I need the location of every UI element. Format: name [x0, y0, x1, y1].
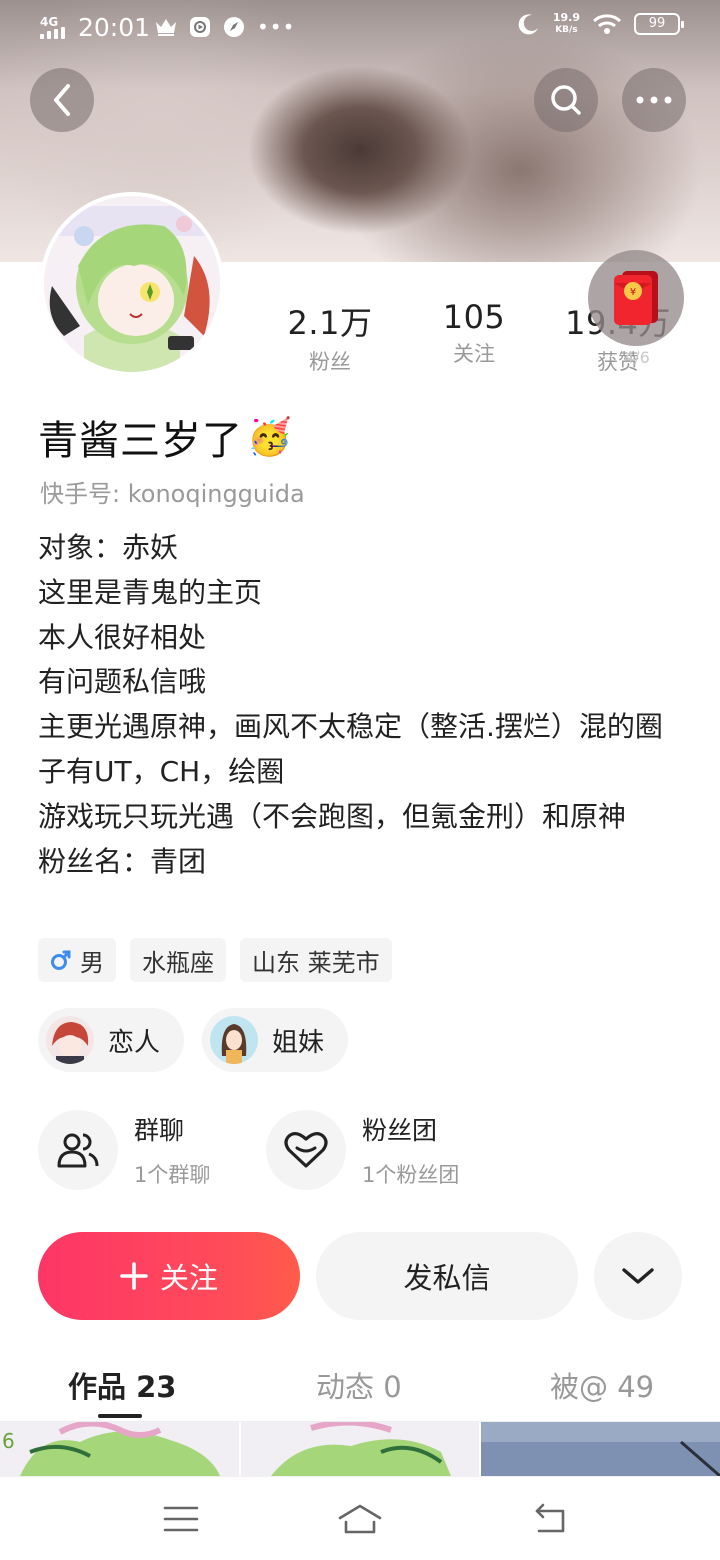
profile-name: 青酱三岁了 🥳: [38, 408, 293, 466]
clock-time: 20:01: [78, 13, 151, 42]
red-packet-button[interactable]: ¥ 4/6: [588, 250, 684, 367]
relation-sister[interactable]: 姐妹: [202, 1008, 349, 1072]
tab-works[interactable]: 作品 23: [68, 1364, 176, 1406]
sister-avatar: [210, 1016, 259, 1064]
more-notifications-icon: •••: [257, 15, 296, 39]
signal-icon: [40, 27, 65, 39]
battery-indicator: 99: [634, 13, 684, 35]
svg-text:¥: ¥: [630, 287, 636, 298]
chevron-left-icon: [54, 84, 70, 116]
relation-partner-label: 恋人: [108, 1027, 161, 1058]
network-speed: 19.9 KB/s: [552, 11, 580, 36]
bio-line: 粉丝名：青团: [38, 844, 207, 878]
status-app-icons: •••: [155, 16, 295, 38]
work-thumbnail[interactable]: 6: [0, 1422, 239, 1476]
send-message-button[interactable]: 发私信: [316, 1232, 578, 1320]
profile-name-text: 青酱三岁了: [38, 418, 243, 464]
home-button[interactable]: [336, 1499, 384, 1539]
profile-bio: 对象：赤妖 这里是青鬼的主页 本人很好相处 有问题私信哦 主更光遇原神，画风不太…: [38, 526, 688, 884]
more-options-button[interactable]: [622, 68, 686, 132]
location-label: 山东 莱芜市: [252, 948, 380, 977]
group-chat-subtitle: 1个群聊: [134, 1163, 211, 1187]
tab-mentions[interactable]: 被@ 49: [550, 1364, 654, 1406]
more-actions-dropdown[interactable]: [594, 1232, 682, 1320]
svg-text:6: 6: [2, 1429, 15, 1453]
stat-following[interactable]: 105 关注: [414, 298, 534, 368]
heart-hands-icon: [284, 1132, 328, 1168]
video-app-icon: [190, 17, 210, 37]
following-label: 关注: [453, 342, 495, 366]
works-grid: 6: [0, 1422, 720, 1476]
search-button[interactable]: [534, 68, 598, 132]
home-icon: [338, 1504, 382, 1534]
bio-line: 游戏玩只玩光遇（不会跑图，但氪金刑）和原神: [38, 799, 627, 833]
crown-icon: [156, 19, 176, 36]
compass-app-icon: [224, 17, 244, 37]
active-tab-indicator: [98, 1414, 142, 1418]
relations-row: 恋人 姐妹: [38, 1008, 349, 1072]
party-face-emoji: 🥳: [247, 417, 293, 458]
group-chat-entry[interactable]: 群聊 1个群聊: [38, 1110, 210, 1190]
fan-club-entry[interactable]: 粉丝团 1个粉丝团: [266, 1110, 459, 1190]
search-icon: [551, 85, 581, 115]
likes-label: 获赞: [597, 350, 639, 374]
back-arrow-icon: [535, 1503, 565, 1533]
red-packet-count: 4/6: [624, 348, 650, 367]
work-thumbnail[interactable]: [240, 1422, 480, 1476]
fans-count: 2.1万: [287, 304, 373, 342]
following-count: 105: [442, 298, 506, 336]
send-message-label: 发私信: [403, 1261, 491, 1295]
tab-moments[interactable]: 动态 0: [316, 1364, 402, 1406]
wifi-icon: [592, 14, 622, 34]
relation-partner[interactable]: 恋人: [38, 1008, 185, 1072]
users-icon: [57, 1133, 99, 1168]
moon-icon: [518, 14, 538, 35]
follow-button[interactable]: 关注: [38, 1232, 300, 1320]
ellipsis-icon: [636, 96, 672, 104]
bio-line: 主更光遇原神，画风不太稳定（整活.摆烂）混的圈子有UT，CH，绘圈: [38, 710, 663, 788]
bio-line: 对象：赤妖: [38, 531, 179, 564]
fan-club-icon-wrap: [266, 1110, 346, 1190]
recent-apps-button[interactable]: [157, 1499, 205, 1539]
follow-button-label: 关注: [159, 1261, 218, 1295]
fans-label: 粉丝: [309, 350, 351, 374]
male-icon: [51, 950, 71, 970]
constellation-tag: 水瓶座: [130, 938, 226, 982]
fan-club-title: 粉丝团: [362, 1116, 438, 1145]
avatar-illustration: [44, 196, 220, 372]
group-chat-title: 群聊: [134, 1116, 185, 1145]
status-bar: 4G 20:01 ••• 19.9 KB/s 99: [0, 0, 720, 56]
relation-sister-label: 姐妹: [272, 1027, 325, 1058]
stat-fans[interactable]: 2.1万 粉丝: [270, 298, 390, 376]
group-chat-icon-wrap: [38, 1110, 118, 1190]
chevron-down-icon: [622, 1268, 654, 1284]
gender-tag: 男: [38, 938, 116, 982]
profile-avatar[interactable]: [40, 192, 224, 376]
back-button[interactable]: [30, 68, 94, 132]
fan-club-subtitle: 1个粉丝团: [362, 1163, 460, 1187]
user-id[interactable]: 快手号: konoqingguida: [40, 474, 305, 509]
constellation-label: 水瓶座: [142, 948, 214, 977]
status-right-group: 19.9 KB/s 99: [517, 11, 684, 36]
menu-icon: [163, 1506, 199, 1532]
profile-tags: 男 水瓶座 山东 莱芜市: [38, 938, 392, 982]
location-tag: 山东 莱芜市: [240, 938, 392, 982]
work-thumbnail[interactable]: [481, 1422, 720, 1476]
plus-icon: [120, 1262, 148, 1290]
partner-avatar: [46, 1016, 94, 1064]
bio-line: 有问题私信哦: [38, 665, 207, 699]
red-envelope-icon: ¥: [614, 271, 658, 325]
bio-line: 这里是青鬼的主页: [38, 575, 263, 609]
system-back-button[interactable]: [525, 1499, 573, 1539]
gender-label: 男: [80, 948, 104, 977]
system-navigation-bar: [0, 1476, 720, 1560]
bio-line: 本人很好相处: [38, 620, 207, 654]
